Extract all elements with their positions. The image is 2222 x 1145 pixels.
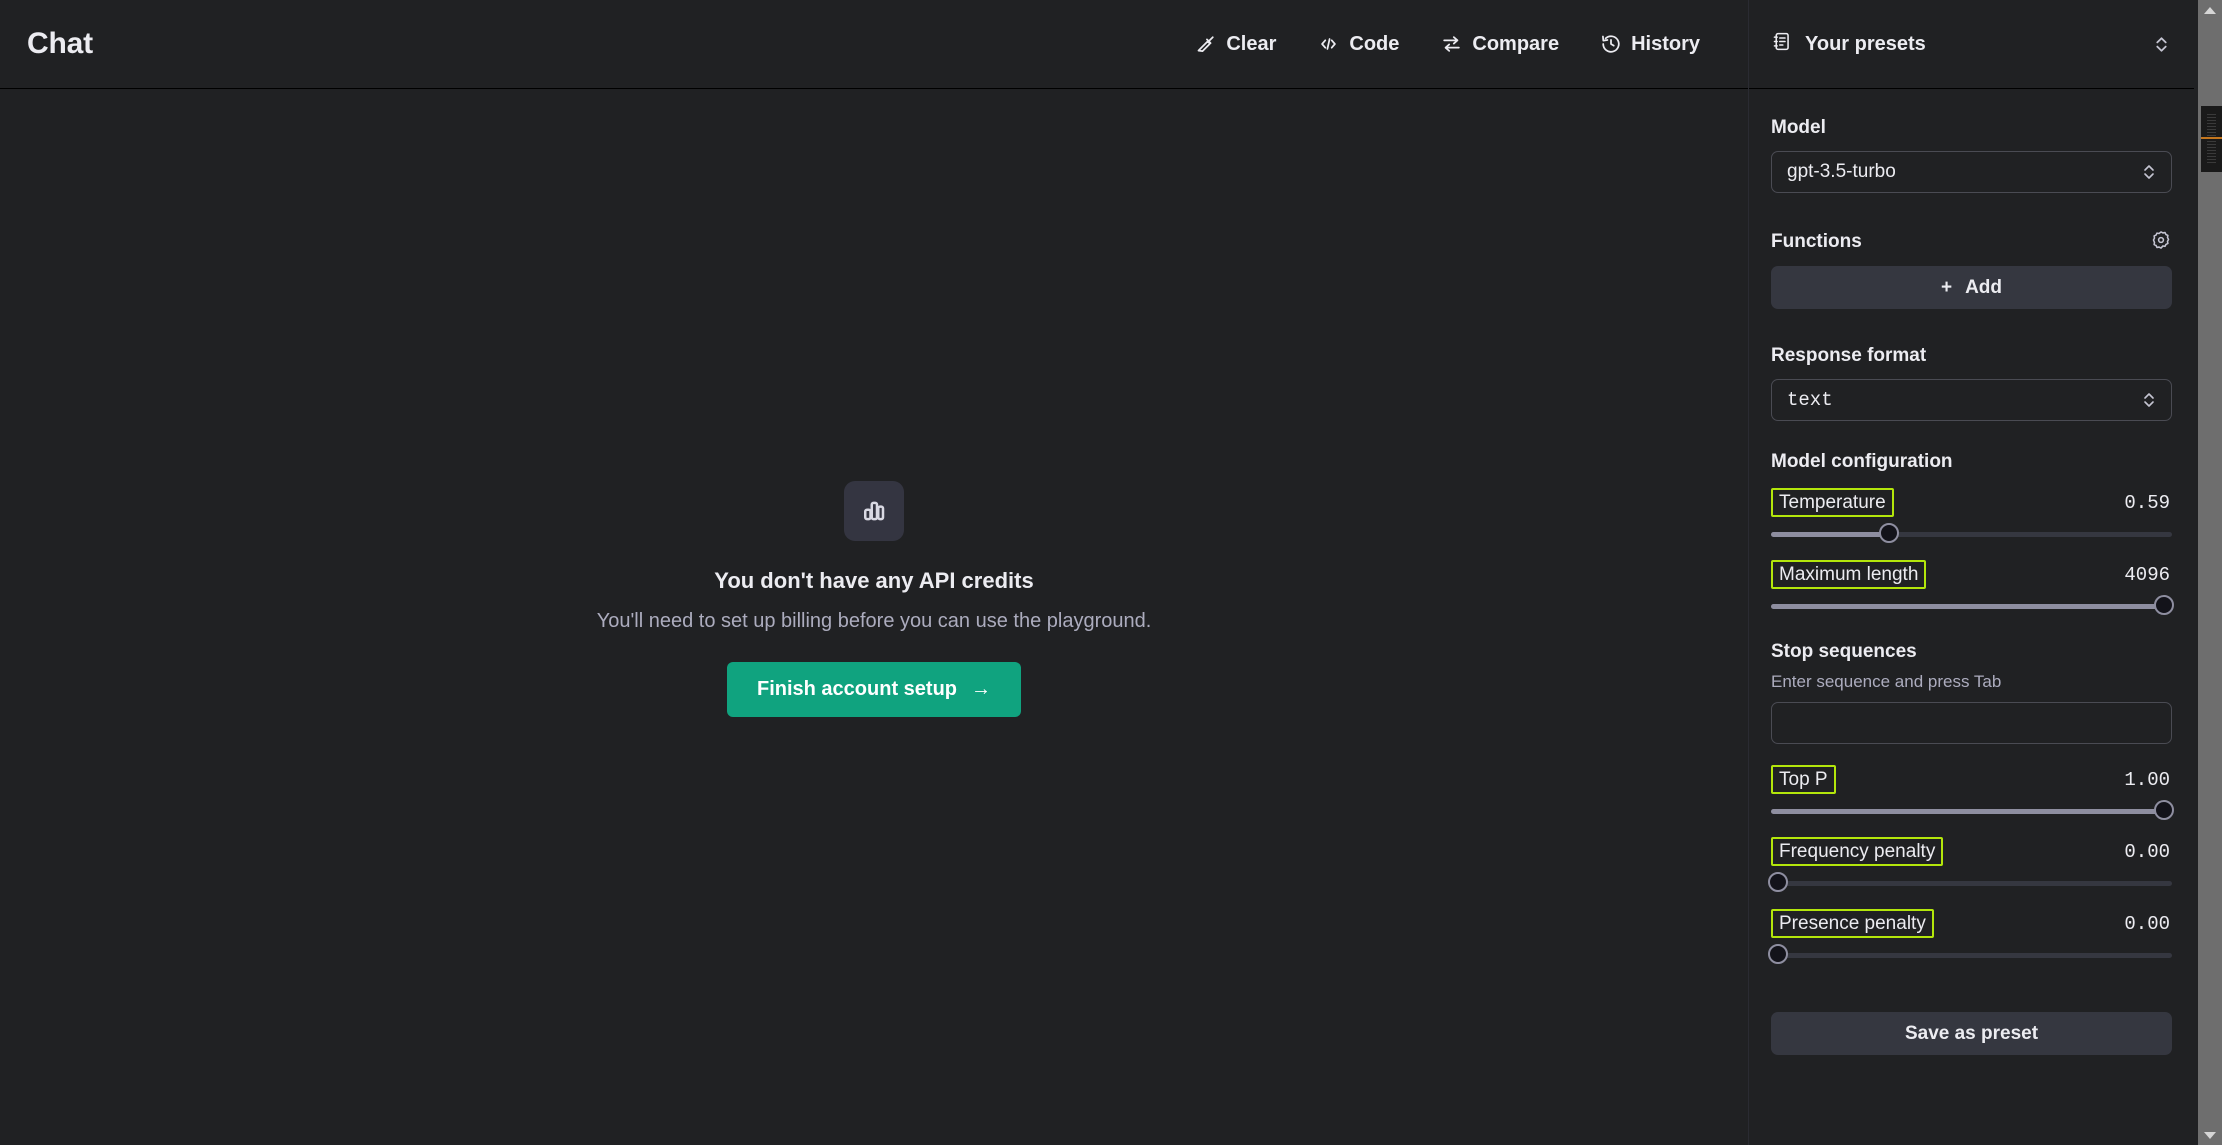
slider-maximum-length-track[interactable] [1771,595,2174,617]
scrollbar-thumb-grip [2207,114,2216,164]
track-bg [1771,953,2172,958]
response-format-label: Response format [1771,345,1927,366]
code-brackets-icon [1317,33,1340,55]
slider-top-p-value: 1.00 [2124,768,2170,791]
slider-top-p-thumb[interactable] [2153,800,2174,820]
chevron-updown-icon [2141,390,2157,410]
functions-header: Functions [1771,229,2172,254]
slider-presence-penalty-label: Presence penalty [1771,908,1934,939]
response-format-select[interactable]: text [1771,379,2172,421]
page-title: Chat [27,27,93,60]
finish-account-setup-button[interactable]: Finish account setup → [726,662,1022,717]
header-actions: Clear Code Compare History [1193,27,1722,62]
arrow-right-icon: → [971,678,992,700]
clear-label: Clear [1226,32,1277,55]
slider-frequency-penalty-value: 0.00 [2124,840,2170,863]
model-select-value: gpt-3.5-turbo [1787,161,1896,182]
model-label: Model [1771,117,1826,138]
slider-top-p-track[interactable] [1771,800,2174,822]
slider-temperature-label: Temperature [1771,487,1894,518]
notebook-presets-icon [1771,31,1792,57]
history-button[interactable]: History [1598,27,1702,62]
scroll-down-arrow-icon[interactable] [2198,1125,2222,1145]
scrollbar-thumb-accent [2201,137,2222,139]
stop-sequences-label: Stop sequences [1771,641,1917,662]
slider-presence-penalty-track[interactable] [1768,944,2172,966]
slider-frequency-penalty-head: Frequency penalty 0.00 [1771,836,2172,867]
model-configuration-label: Model configuration [1771,451,1953,472]
functions-settings-button[interactable] [2150,229,2172,254]
slider-frequency-penalty: Frequency penalty 0.00 [1768,836,2172,894]
sidebar-header[interactable]: Your presets [1749,0,2194,89]
functions-label: Functions [1771,230,1862,252]
stop-sequences-input[interactable] [1771,702,2172,744]
save-as-preset-button[interactable]: Save as preset [1771,1012,2172,1055]
slider-frequency-penalty-track[interactable] [1768,872,2172,894]
sidebar-header-left: Your presets [1771,31,1926,57]
slider-presence-penalty-value: 0.00 [2124,912,2170,935]
scroll-up-arrow-icon[interactable] [2198,0,2222,20]
save-preset-wrap: Save as preset [1771,1012,2172,1055]
sidebar-content: Model gpt-3.5-turbo Functions + Add Resp… [1749,89,2194,1145]
clear-button[interactable]: Clear [1193,27,1278,62]
stop-sequences-hint: Enter sequence and press Tab [1771,672,2002,691]
empty-state-subtitle: You'll need to set up billing before you… [596,610,1152,632]
track-fill [1771,809,2164,814]
slider-top-p-label: Top P [1771,764,1836,795]
advanced-sliders-section: Top P 1.00 Frequency penalty 0.00 Presen… [1768,764,2174,966]
slider-top-p-head: Top P 1.00 [1771,764,2172,795]
add-label: Add [1965,276,2003,298]
model-select[interactable]: gpt-3.5-turbo [1771,151,2172,193]
response-format-section: Response format text [1771,345,2172,421]
slider-frequency-penalty-label: Frequency penalty [1771,836,1944,867]
slider-temperature: Temperature 0.59 [1771,487,2172,545]
slider-temperature-value: 0.59 [2124,491,2170,514]
page-scrollbar[interactable] [2198,0,2222,1145]
slider-temperature-head: Temperature 0.59 [1771,487,2172,518]
empty-state: You don't have any API credits You'll ne… [596,481,1152,717]
cta-label: Finish account setup [756,678,958,700]
slider-maximum-length: Maximum length 4096 [1771,559,2174,617]
plus-icon: + [1940,276,1953,298]
slider-temperature-track[interactable] [1771,523,2172,545]
scrollbar-thumb[interactable] [2201,106,2222,172]
main-header: Chat Clear Code Compare History [0,0,1748,89]
app-root: Chat Clear Code Compare History You don'… [0,0,2222,1145]
empty-state-title: You don't have any API credits [714,568,1034,593]
track-bg [1771,881,2172,886]
broom-icon [1195,33,1217,55]
compare-arrows-icon [1440,33,1463,55]
main-body: You don't have any API credits You'll ne… [0,89,1748,1145]
main-column: Chat Clear Code Compare History You don'… [0,0,1748,1145]
slider-presence-penalty-head: Presence penalty 0.00 [1771,908,2172,939]
track-fill [1771,532,1890,537]
slider-maximum-length-thumb[interactable] [2153,595,2174,615]
track-fill [1771,604,2164,609]
chevron-updown-icon[interactable] [2153,34,2170,55]
slider-temperature-thumb[interactable] [1879,523,1900,543]
slider-top-p: Top P 1.00 [1771,764,2174,822]
presets-sidebar: Your presets Model gpt-3.5-turbo Functio… [1748,0,2194,1145]
slider-maximum-length-head: Maximum length 4096 [1771,559,2172,590]
code-button[interactable]: Code [1315,27,1401,62]
add-function-button[interactable]: + Add [1771,266,2172,309]
compare-label: Compare [1472,32,1560,55]
model-configuration-section: Model configuration Temperature 0.59 Max… [1771,451,2174,617]
code-label: Code [1349,32,1400,55]
functions-section: Functions + Add [1771,229,2172,309]
sidebar-header-title: Your presets [1805,32,1926,55]
gear-icon [2150,229,2172,254]
chevron-updown-icon [2141,162,2157,182]
bar-chart-icon [844,481,904,541]
stop-sequences-section: Stop sequences Enter sequence and press … [1771,641,2172,744]
history-label: History [1631,32,1700,55]
slider-maximum-length-value: 4096 [2124,563,2170,586]
slider-presence-penalty-thumb[interactable] [1768,944,1789,964]
slider-frequency-penalty-thumb[interactable] [1768,872,1789,892]
response-format-value: text [1787,389,1833,411]
slider-maximum-length-label: Maximum length [1771,559,1927,590]
slider-presence-penalty: Presence penalty 0.00 [1768,908,2172,966]
compare-button[interactable]: Compare [1438,27,1561,62]
clock-history-icon [1600,33,1622,55]
